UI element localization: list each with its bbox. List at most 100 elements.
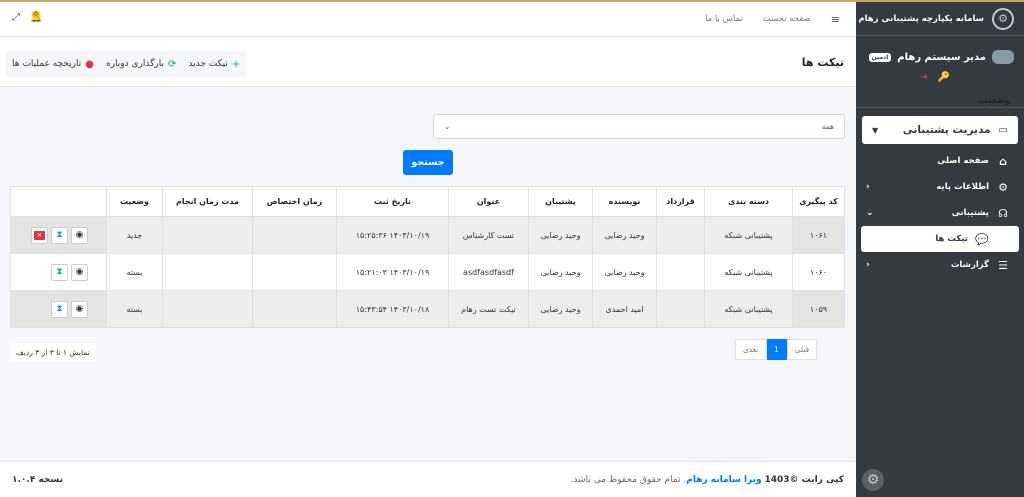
settings-gear-icon[interactable]: ⚙ xyxy=(862,469,884,491)
fullscreen-icon[interactable]: ⤢ xyxy=(12,12,20,23)
nav-contact-link[interactable]: تماس با ما xyxy=(705,14,743,24)
footer-brand-link[interactable]: ویرا سامانه رهام xyxy=(686,475,761,485)
page-title: تیکت ها xyxy=(801,56,844,69)
table-row[interactable]: ۱۰۶۰ پشتیبانی شبکه وحید رضایی وحید رضایی… xyxy=(10,253,845,291)
chevron-left-icon: ‹ xyxy=(866,260,870,270)
brand-logo-icon: ⚙ xyxy=(992,7,1014,30)
status-filter-label: وضعیت xyxy=(979,96,1010,106)
cell-date: ۱۴۰۳/۱۰/۱۹ ۱۵:۲۵:۳۶ xyxy=(336,216,449,254)
view-eye-icon[interactable]: ◉ xyxy=(71,300,88,318)
pagination-next[interactable]: بعدی xyxy=(735,339,767,360)
status-select[interactable]: همه ⌄ xyxy=(433,114,845,139)
headset-icon: ☊ xyxy=(998,206,1008,220)
hourglass-icon[interactable]: ⧗ xyxy=(51,263,68,281)
home-icon: ⌂ xyxy=(999,154,1007,168)
column-header[interactable]: دسته بندی xyxy=(704,186,793,217)
column-header[interactable]: قرارداد xyxy=(656,186,705,217)
cell-status: بسته xyxy=(106,290,163,328)
cell-title: تیکت تست رهام xyxy=(448,290,529,328)
sidebar-item-base-info[interactable]: ⚙ اطلاعات پایه ‹ xyxy=(856,174,1024,200)
cell-date: ۱۴۰۳/۱۰/۱۸ ۱۵:۴۳:۵۴ xyxy=(336,290,449,328)
cell-assign xyxy=(252,290,337,328)
hamburger-menu-icon[interactable]: ≡ xyxy=(831,13,840,26)
cell-actions: ◉ ⧗ xyxy=(10,253,107,291)
refresh-icon: ⟳ xyxy=(168,58,177,70)
column-header[interactable]: نویسنده xyxy=(592,186,657,217)
table-info: نمایش ۱ تا ۳ از ۳ ردیف xyxy=(10,343,96,362)
column-header[interactable]: پشتیبان xyxy=(528,186,593,217)
history-button[interactable]: ● تاریخچه عملیات ها xyxy=(6,59,100,70)
column-header[interactable]: عنوان xyxy=(448,186,529,217)
avatar xyxy=(992,50,1014,64)
user-icon: ● xyxy=(85,58,94,70)
content-header: تیکت ها + تیکت جدید ⟳ بارگذاری دوباره ● … xyxy=(0,37,856,87)
sidebar-item-reports[interactable]: ☰ گزارشات ‹ xyxy=(856,252,1024,278)
brand[interactable]: ⚙ سامانه یکپارچه پشتیبانی رهام xyxy=(856,2,1024,36)
cell-actions: ◉ ⧗ ✕ xyxy=(10,216,107,254)
logout-icon[interactable]: ⇥ xyxy=(919,72,927,83)
section-dropdown[interactable]: ▭ مدیریت پشتیبانی ▼ xyxy=(862,116,1018,144)
cell-support: وحید رضایی xyxy=(528,290,593,328)
toolbar: + تیکت جدید ⟳ بارگذاری دوباره ● تاریخچه … xyxy=(6,51,247,77)
pagination-page-1[interactable]: 1 xyxy=(766,339,787,360)
cell-support: وحید رضایی xyxy=(528,216,593,254)
cell-actions: ◉ ⧗ xyxy=(10,290,107,328)
cell-author: وحید رضایی xyxy=(592,253,657,291)
monitor-icon: ▭ xyxy=(998,124,1008,136)
cell-code: ۱۰۵۹ xyxy=(792,290,845,328)
pagination-prev[interactable]: قبلی xyxy=(786,339,818,360)
column-header[interactable]: مدت زمان انجام xyxy=(162,186,253,217)
column-header[interactable]: وضعیت xyxy=(106,186,163,217)
gears-icon: ⚙ xyxy=(998,180,1008,194)
sidebar: ⚙ سامانه یکپارچه پشتیبانی رهام مدیر سیست… xyxy=(856,2,1024,497)
key-icon[interactable]: 🔑 xyxy=(938,72,950,83)
cell-duration xyxy=(162,253,253,291)
sidebar-item-tickets[interactable]: 💬 تیکت ها xyxy=(861,226,1019,252)
footer-rights: . تمام حقوق محفوظ می باشد. xyxy=(570,474,687,485)
column-header xyxy=(10,186,107,217)
table-header-row: کد پیگیری دسته بندی قرارداد نویسنده پشتی… xyxy=(10,186,845,217)
chevron-down-icon: ⌄ xyxy=(444,122,451,131)
column-header[interactable]: زمان اختصاص xyxy=(252,186,337,217)
sidebar-item-label: پشتیبانی xyxy=(951,208,989,218)
new-ticket-button[interactable]: + تیکت جدید xyxy=(182,59,246,70)
history-label: تاریخچه عملیات ها xyxy=(12,59,82,69)
column-header[interactable]: تاریخ ثبت xyxy=(336,186,449,217)
bell-icon[interactable]: 🔔0 xyxy=(30,11,42,23)
pagination: قبلی 1 بعدی xyxy=(735,339,818,360)
view-eye-icon[interactable]: ◉ xyxy=(71,226,88,244)
nav-home-link[interactable]: صفحه نخست xyxy=(763,14,811,24)
cell-category: پشتیبانی شبکه xyxy=(704,290,793,328)
cell-title: asdfasdfasdf xyxy=(448,253,529,291)
footer-copyright: کپی رایت ©1403 xyxy=(764,474,844,485)
sidebar-item-label: گزارشات xyxy=(950,260,989,270)
search-button[interactable]: جستجو xyxy=(403,150,453,175)
top-navbar: ≡ صفحه نخست تماس با ما ⤢ 🔔0 xyxy=(0,2,856,37)
sidebar-item-home[interactable]: ⌂ صفحه اصلی xyxy=(856,148,1024,174)
cell-support: وحید رضایی xyxy=(528,253,593,291)
reload-button[interactable]: ⟳ بارگذاری دوباره xyxy=(100,59,182,70)
plus-icon: + xyxy=(231,58,241,70)
cell-assign xyxy=(252,253,337,291)
table-row[interactable]: ۱۰۶۱ پشتیبانی شبکه وحید رضایی وحید رضایی… xyxy=(10,216,845,254)
column-header[interactable]: کد پیگیری xyxy=(792,186,845,217)
view-eye-icon[interactable]: ◉ xyxy=(71,263,88,281)
cell-category: پشتیبانی شبکه xyxy=(704,253,793,291)
sidebar-item-label: اطلاعات پایه xyxy=(936,182,989,192)
hourglass-icon[interactable]: ⧗ xyxy=(51,300,68,318)
cell-category: پشتیبانی شبکه xyxy=(704,216,793,254)
chevron-left-icon: ‹ xyxy=(866,182,870,192)
table-row[interactable]: ۱۰۵۹ پشتیبانی شبکه امید احمدی وحید رضایی… xyxy=(10,290,845,328)
cell-status: جدید xyxy=(106,216,163,254)
user-name[interactable]: مدیر سیستم رهام xyxy=(897,52,986,63)
new-ticket-label: تیکت جدید xyxy=(188,59,228,69)
cell-contract xyxy=(656,290,705,328)
sidebar-item-support[interactable]: ☊ پشتیبانی ⌄ xyxy=(856,200,1024,226)
cell-assign xyxy=(252,216,337,254)
role-badge: ادمین xyxy=(868,52,892,62)
delete-icon[interactable]: ✕ xyxy=(31,226,48,244)
hourglass-icon[interactable]: ⧗ xyxy=(51,226,68,244)
cell-duration xyxy=(162,216,253,254)
footer: کپی رایت ©1403 ویرا سامانه رهام . تمام ح… xyxy=(0,461,856,497)
status-select-value: همه xyxy=(821,122,834,131)
